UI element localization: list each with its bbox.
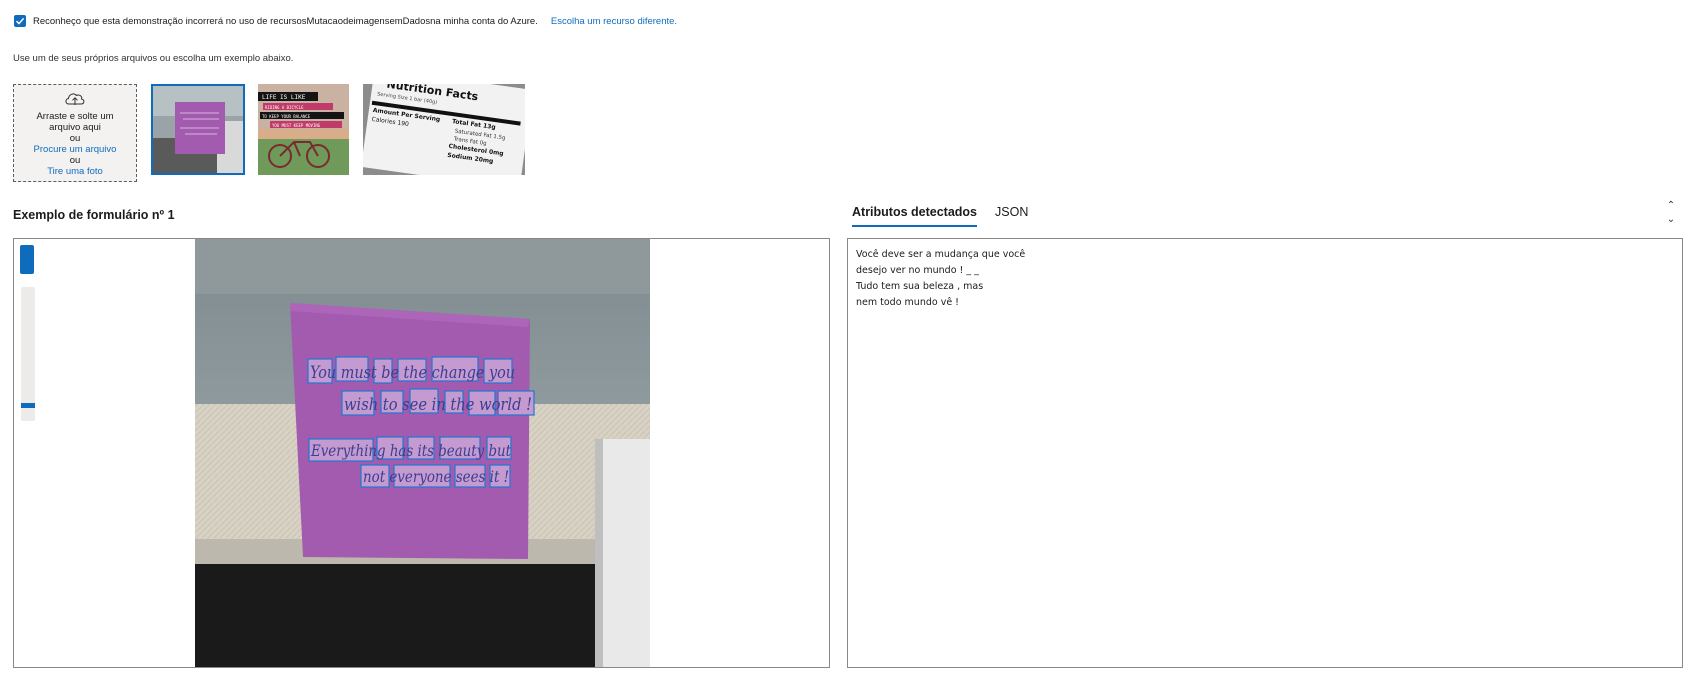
sample-thumbnail-3[interactable]: Nutrition Facts Serving Size 1 bar (40g)… bbox=[363, 84, 525, 175]
choose-resource-link[interactable]: Escolha um recurso diferente. bbox=[551, 16, 677, 27]
thumb2-line-1: LIFE IS LIKE bbox=[262, 94, 306, 101]
browse-file-link[interactable]: Procure um arquivo bbox=[34, 144, 117, 155]
tab-json[interactable]: JSON bbox=[995, 205, 1028, 227]
form-example-title: Exemplo de formulário nº 1 bbox=[13, 208, 175, 222]
image-viewer: You must be the change you wish to see i… bbox=[13, 238, 830, 668]
results-scroll-control[interactable]: ⌃ ⌄ bbox=[1664, 199, 1678, 229]
scroll-up-icon[interactable]: ⌃ bbox=[1664, 199, 1678, 213]
consent-row: Reconheço que esta demonstração incorrer… bbox=[14, 15, 677, 27]
thumb2-line-4: YOU MUST KEEP MOVING bbox=[272, 123, 321, 128]
consent-text: Reconheço que esta demonstração incorrer… bbox=[33, 15, 538, 27]
dropzone-or-1: ou bbox=[69, 133, 81, 144]
pan-handle[interactable] bbox=[20, 245, 34, 274]
dropzone-instruction: Arraste e solte um arquivo aqui bbox=[36, 111, 114, 133]
result-tabs: Atributos detectados JSON bbox=[852, 205, 1028, 227]
sticky-note-photo: You must be the change you wish to see i… bbox=[195, 239, 650, 667]
take-photo-link[interactable]: Tire uma foto bbox=[47, 166, 103, 177]
sample-thumbnail-1[interactable] bbox=[151, 84, 245, 175]
dropzone-or-2: ou bbox=[69, 155, 81, 166]
note-line-4: not everyone sees it ! bbox=[363, 467, 509, 486]
result-line: Você deve ser a mudança que você bbox=[856, 249, 1026, 260]
zoom-slider[interactable] bbox=[21, 287, 35, 421]
checkmark-icon bbox=[15, 17, 25, 25]
note-line-3: Everything has its beauty but bbox=[310, 441, 511, 460]
consent-checkbox[interactable] bbox=[14, 15, 26, 27]
sample-thumbnail-2[interactable]: LIFE IS LIKE RIDING A BICYCLE TO KEEP YO… bbox=[258, 84, 349, 175]
file-dropzone[interactable]: Arraste e solte um arquivo aqui ou Procu… bbox=[13, 84, 137, 182]
sample-hint: Use um de seus próprios arquivos ou esco… bbox=[13, 53, 294, 64]
result-line: Tudo tem sua beleza , mas bbox=[856, 281, 984, 292]
thumb2-line-2: RIDING A BICYCLE bbox=[265, 105, 304, 110]
sticky-note-thumbnail-image bbox=[153, 86, 243, 173]
bicycle-quote-thumbnail-image: LIFE IS LIKE RIDING A BICYCLE TO KEEP YO… bbox=[258, 84, 349, 175]
note-line-2: wish to see in the world ! bbox=[344, 395, 532, 415]
zoom-slider-level[interactable] bbox=[21, 403, 35, 408]
thumb2-line-3: TO KEEP YOUR BALANCE bbox=[262, 114, 311, 119]
analyzed-photo: You must be the change you wish to see i… bbox=[195, 239, 650, 667]
cloud-upload-icon bbox=[65, 93, 85, 105]
scroll-down-icon[interactable]: ⌄ bbox=[1664, 213, 1678, 227]
nutrition-label-thumbnail-image: Nutrition Facts Serving Size 1 bar (40g)… bbox=[363, 84, 525, 175]
detected-text-panel: Você deve ser a mudança que você desejo … bbox=[847, 238, 1683, 668]
note-line-1: You must be the change you bbox=[310, 363, 515, 383]
result-line: desejo ver no mundo ! _ _ bbox=[856, 265, 979, 276]
tab-detected-attributes[interactable]: Atributos detectados bbox=[852, 205, 978, 227]
result-line: nem todo mundo vê ! bbox=[856, 297, 959, 308]
